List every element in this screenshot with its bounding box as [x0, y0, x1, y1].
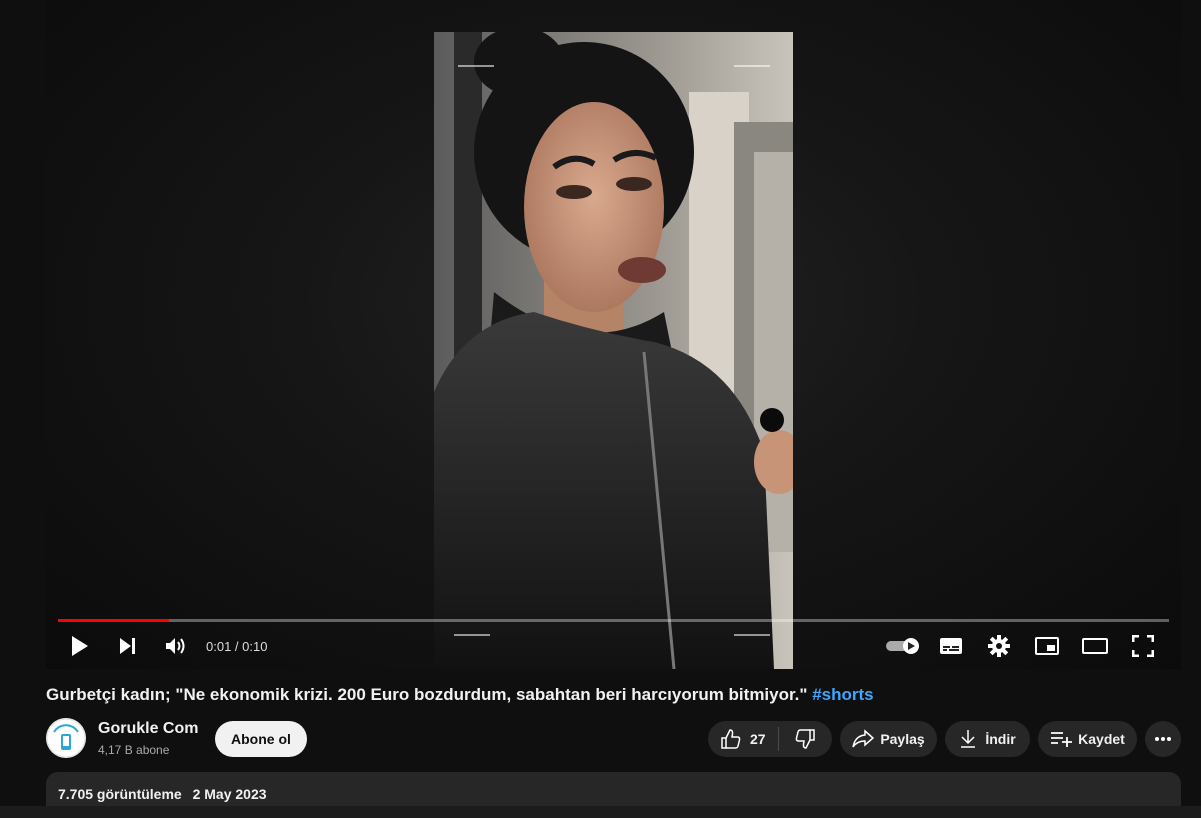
channel-row: Gorukle Com 4,17 B abone Abone ol 27 Pay… [46, 716, 1181, 760]
video-player[interactable]: 0:01 / 0:10 [46, 0, 1181, 669]
subtitles-button[interactable] [927, 626, 975, 666]
next-icon [120, 638, 135, 654]
hashtag-link[interactable]: #shorts [812, 685, 873, 704]
gear-icon [988, 635, 1010, 657]
thumbs-up-icon [721, 729, 741, 749]
like-dislike-group: 27 [708, 721, 832, 757]
fullscreen-icon [1132, 635, 1154, 657]
volume-icon [166, 638, 185, 654]
channel-logo-icon [46, 718, 86, 758]
download-button[interactable]: İndir [945, 721, 1030, 757]
miniplayer-icon [1035, 637, 1059, 655]
save-label: Kaydet [1078, 731, 1125, 747]
more-horiz-icon [1155, 737, 1171, 741]
watch-page: 0:01 / 0:10 Gurbetçi kadın; "Ne ekonomik… [0, 0, 1201, 818]
video-title-text: Gurbetçi kadın; "Ne ekonomik krizi. 200 … [46, 685, 808, 704]
time-display: 0:01 / 0:10 [206, 638, 268, 654]
description-meta: 7.705 görüntüleme 2 May 2023 [58, 786, 267, 802]
frame-corner-mark [734, 65, 770, 67]
player-controls: 0:01 / 0:10 [46, 626, 1181, 666]
thumbs-down-icon [795, 729, 816, 749]
progress-bar-fill [58, 619, 170, 622]
subtitles-icon [940, 638, 962, 654]
next-button[interactable] [104, 626, 152, 666]
play-icon [72, 636, 88, 656]
dislike-button[interactable] [779, 721, 832, 757]
playlist-add-icon [1051, 732, 1073, 747]
avatar[interactable] [46, 718, 86, 758]
bottom-scroll-area [0, 806, 1201, 818]
more-actions-button[interactable] [1145, 721, 1181, 757]
theater-icon [1082, 638, 1108, 654]
video-still [434, 32, 793, 669]
volume-button[interactable] [152, 626, 200, 666]
autoplay-toggle-icon [886, 638, 919, 654]
download-label: İndir [985, 731, 1016, 747]
play-button[interactable] [56, 626, 104, 666]
autoplay-toggle[interactable] [879, 626, 927, 666]
progress-bar[interactable] [58, 619, 1169, 622]
subscriber-count: 4,17 B abone [98, 743, 170, 757]
fullscreen-button[interactable] [1119, 626, 1167, 666]
share-label: Paylaş [880, 731, 925, 747]
view-count: 7.705 görüntüleme [58, 786, 182, 802]
video-frame[interactable] [434, 32, 793, 669]
channel-name[interactable]: Gorukle Com [98, 720, 198, 738]
like-button[interactable]: 27 [708, 721, 778, 757]
share-button[interactable]: Paylaş [840, 721, 937, 757]
download-icon [961, 730, 976, 748]
frame-corner-mark [458, 65, 494, 67]
miniplayer-button[interactable] [1023, 626, 1071, 666]
theater-button[interactable] [1071, 626, 1119, 666]
save-button[interactable]: Kaydet [1038, 721, 1137, 757]
share-icon [852, 729, 875, 748]
upload-date: 2 May 2023 [192, 786, 267, 802]
subscribe-button[interactable]: Abone ol [215, 721, 307, 757]
video-title: Gurbetçi kadın; "Ne ekonomik krizi. 200 … [46, 685, 874, 705]
like-count: 27 [750, 731, 766, 747]
settings-button[interactable] [975, 626, 1023, 666]
